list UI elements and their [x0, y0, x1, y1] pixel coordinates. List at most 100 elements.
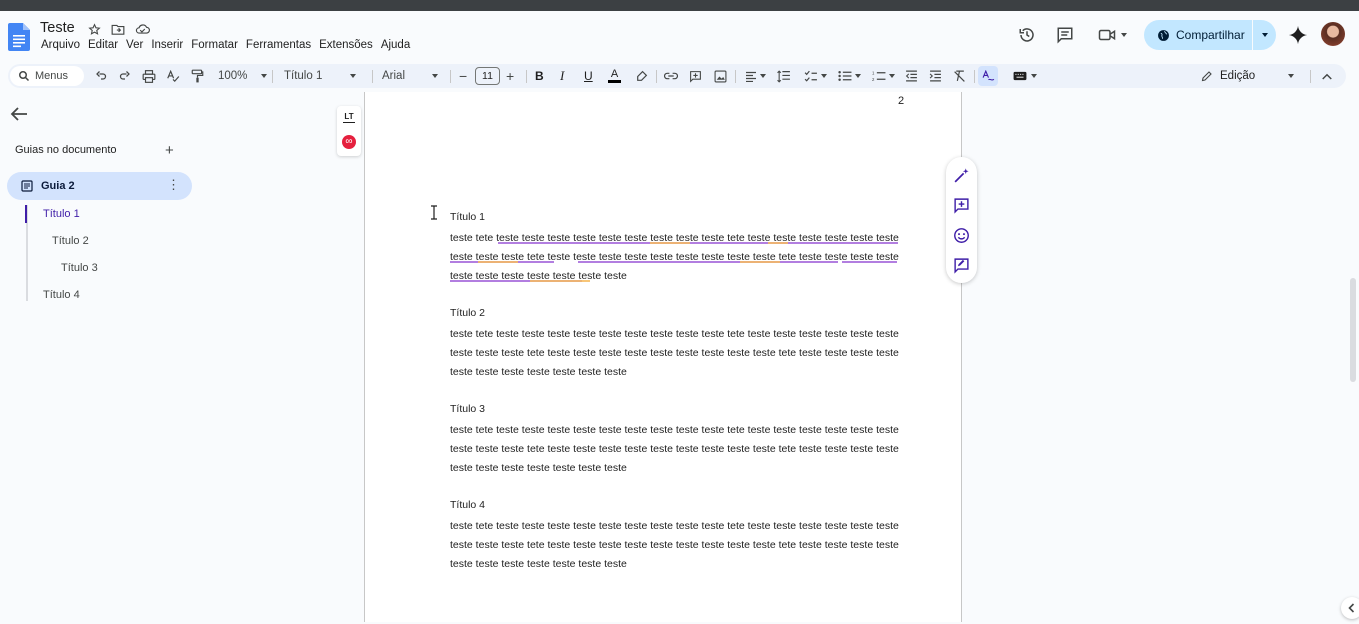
heading-1[interactable]: Título 1 [450, 210, 900, 229]
bold-button[interactable]: B [535, 64, 544, 88]
document-body[interactable]: Título 1 teste tete teste teste teste te… [450, 210, 900, 594]
font-select[interactable]: Arial [382, 64, 438, 88]
decrease-font-size-button[interactable]: − [459, 64, 467, 88]
menu-search[interactable]: Menus [10, 66, 84, 86]
chevron-left-icon [1348, 603, 1355, 613]
numbered-list-icon[interactable]: 12 [870, 68, 896, 84]
star-icon[interactable] [86, 21, 102, 37]
docs-logo-icon[interactable] [8, 23, 30, 51]
emoji-reaction-icon[interactable] [953, 227, 970, 244]
paint-format-icon[interactable] [189, 68, 205, 84]
languagetool-widget: LT ∞ [337, 106, 361, 156]
share-button[interactable]: Compartilhar [1144, 20, 1276, 50]
menu-ajuda[interactable]: Ajuda [380, 39, 415, 51]
style-select[interactable]: Título 1 [284, 64, 356, 88]
highlight-icon[interactable] [633, 68, 649, 84]
outline-item-titulo-1[interactable]: Título 1 [43, 208, 80, 220]
italic-button[interactable]: I [560, 64, 564, 88]
pencil-icon [1201, 71, 1212, 82]
heading-4[interactable]: Título 4 [450, 498, 900, 517]
add-comment-icon[interactable] [953, 197, 970, 214]
cloud-status-icon[interactable] [134, 21, 150, 37]
style-value: Título 1 [284, 70, 323, 82]
bulleted-list-icon[interactable] [836, 68, 862, 84]
document-page[interactable]: 2 Título 1 teste tete teste teste teste … [364, 92, 962, 622]
document-tabs-sidebar: Guias no documento + Guia 2 ⋮ Título 1 T… [0, 92, 200, 622]
tab-document-icon [21, 180, 33, 192]
align-icon[interactable] [743, 68, 767, 84]
magic-wand-icon[interactable] [953, 167, 970, 184]
increase-font-size-button[interactable]: + [506, 64, 514, 88]
paragraph-3[interactable]: teste tete teste teste teste teste teste… [450, 421, 900, 478]
side-panel-toggle[interactable] [1341, 597, 1359, 619]
heading-3[interactable]: Título 3 [450, 402, 900, 421]
text-color-button[interactable]: A [608, 64, 621, 88]
hide-menus-chevron-icon[interactable] [1319, 68, 1335, 84]
editing-mode-label: Edição [1220, 70, 1256, 82]
move-folder-icon[interactable] [110, 21, 126, 37]
back-arrow-icon[interactable] [10, 106, 28, 122]
window-top-strip [0, 0, 1359, 11]
page-number: 2 [898, 95, 905, 107]
history-icon[interactable] [1015, 23, 1039, 47]
add-comment-icon[interactable] [687, 68, 703, 84]
undo-icon[interactable] [93, 68, 109, 84]
outline-item-titulo-2[interactable]: Título 2 [52, 235, 89, 247]
spelling-underlines [450, 242, 898, 282]
globe-icon [1158, 29, 1169, 41]
underline-button[interactable]: U [584, 64, 593, 88]
add-tab-button[interactable]: + [165, 143, 174, 158]
insert-image-icon[interactable] [712, 68, 728, 84]
menu-ver[interactable]: Ver [125, 39, 148, 51]
redo-icon[interactable] [117, 68, 133, 84]
tab-options-kebab-icon[interactable]: ⋮ [167, 178, 180, 192]
grammar-error-count-icon[interactable]: ∞ [342, 135, 356, 149]
share-options-button[interactable] [1253, 33, 1276, 37]
editing-mode-select[interactable]: Edição [1201, 64, 1294, 88]
checklist-icon[interactable] [802, 68, 828, 84]
document-title[interactable]: Teste [40, 20, 75, 36]
menu-formatar[interactable]: Formatar [190, 39, 243, 51]
languagetool-logo-icon[interactable]: LT [342, 112, 356, 126]
menu-search-label: Menus [35, 70, 69, 82]
vertical-scrollbar[interactable] [1350, 278, 1356, 382]
svg-text:2: 2 [872, 77, 875, 82]
clear-formatting-icon[interactable] [951, 68, 967, 84]
language-tool-icon[interactable] [978, 66, 998, 86]
menu-editar[interactable]: Editar [87, 39, 123, 51]
suggest-edits-icon[interactable] [953, 257, 970, 274]
zoom-value: 100% [218, 70, 248, 82]
menu-bar: Arquivo Editar Ver Inserir Formatar Ferr… [40, 39, 417, 51]
gemini-spark-icon[interactable] [1286, 23, 1310, 47]
font-value: Arial [382, 70, 406, 82]
heading-2[interactable]: Título 2 [450, 306, 900, 325]
outline-item-titulo-4[interactable]: Título 4 [43, 289, 80, 301]
doc-header: Teste Arquivo Editar Ver Inserir Formata… [0, 11, 1359, 64]
keyboard-input-icon[interactable] [1010, 68, 1040, 84]
decrease-indent-icon[interactable] [903, 68, 919, 84]
line-spacing-icon[interactable] [776, 68, 792, 84]
menu-extensoes[interactable]: Extensões [318, 39, 378, 51]
paragraph-1[interactable]: teste tete teste teste teste teste teste… [450, 229, 900, 286]
menu-arquivo[interactable]: Arquivo [40, 39, 85, 51]
increase-indent-icon[interactable] [927, 68, 943, 84]
svg-text:1: 1 [872, 70, 875, 75]
tab-guia-2[interactable]: Guia 2 ⋮ [7, 172, 192, 200]
paragraph-4[interactable]: teste tete teste teste teste teste teste… [450, 517, 900, 574]
user-avatar[interactable] [1321, 22, 1345, 46]
menu-inserir[interactable]: Inserir [150, 39, 188, 51]
spellcheck-icon[interactable] [165, 68, 181, 84]
tabs-section-label: Guias no documento [15, 144, 117, 156]
outline-item-titulo-3[interactable]: Título 3 [61, 262, 98, 274]
zoom-select[interactable]: 100% [218, 64, 268, 88]
video-camera-icon[interactable] [1095, 23, 1129, 47]
comments-icon[interactable] [1053, 23, 1077, 47]
print-icon[interactable] [141, 68, 157, 84]
tab-label: Guia 2 [41, 180, 75, 192]
link-icon[interactable] [663, 68, 679, 84]
menu-ferramentas[interactable]: Ferramentas [245, 39, 316, 51]
search-icon [19, 71, 30, 82]
paragraph-2[interactable]: teste tete teste teste teste teste teste… [450, 325, 900, 382]
share-label: Compartilhar [1176, 28, 1245, 42]
font-size-input[interactable]: 11 [475, 67, 500, 85]
